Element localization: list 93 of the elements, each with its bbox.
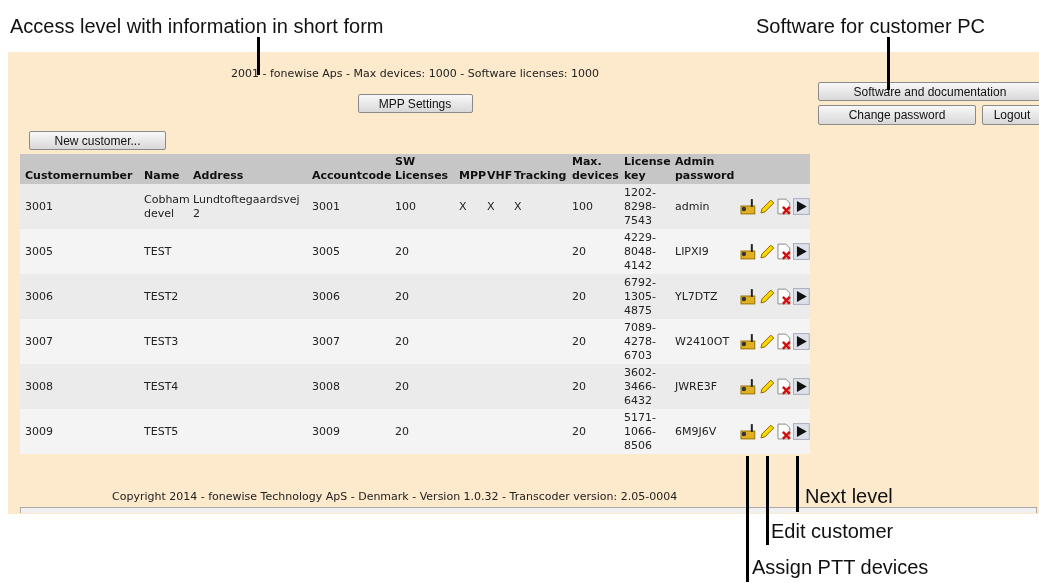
play-icon[interactable] <box>793 423 810 440</box>
table-cell: TEST4 <box>139 364 188 409</box>
mpp-settings-button[interactable]: MPP Settings <box>357 94 473 113</box>
delete-icon[interactable] <box>775 378 793 395</box>
device-icon[interactable] <box>740 423 757 440</box>
delete-icon[interactable] <box>775 198 793 215</box>
table-cell: 20 <box>395 364 454 409</box>
table-cell: 20 <box>395 409 454 454</box>
table-cell: TEST5 <box>139 409 188 454</box>
callout-label: Next level <box>805 485 893 508</box>
callout-label: Software for customer PC <box>756 14 985 38</box>
table-cell: 3005 <box>307 229 395 274</box>
account-info: 2001 - fonewise Aps - Max devices: 1000 - Software licenses: 1000 <box>230 67 600 80</box>
table-cell: 5171-1066-8506 <box>619 409 670 454</box>
table-cell: 3008 <box>307 364 395 409</box>
table-cell: 3009 <box>20 409 139 454</box>
table-cell: 6M9J6V <box>670 409 735 454</box>
column-header: Address <box>188 154 307 184</box>
device-icon[interactable] <box>740 243 757 260</box>
device-icon[interactable] <box>740 288 757 305</box>
table-cell: 100 <box>567 184 619 229</box>
table-cell: 100 <box>395 184 454 229</box>
table-cell: admin <box>670 184 735 229</box>
table-cell: 3602-3466-6432 <box>619 364 670 409</box>
table-cell: 3001 <box>307 184 395 229</box>
delete-icon[interactable] <box>775 288 793 305</box>
pencil-icon[interactable] <box>757 243 775 260</box>
table-cell: 3006 <box>20 274 139 319</box>
table-cell: 6792-1305-4875 <box>619 274 670 319</box>
table-cell: Lundtoftegaardsvej 2 <box>188 184 307 229</box>
table-cell: 20 <box>567 229 619 274</box>
delete-icon[interactable] <box>775 243 793 260</box>
leader-line <box>257 37 260 75</box>
play-icon[interactable] <box>793 198 810 215</box>
table-cell: 3008 <box>20 364 139 409</box>
callout-label: Edit customer <box>771 520 894 543</box>
device-icon[interactable] <box>740 198 757 215</box>
table-cell: TEST2 <box>139 274 188 319</box>
table-cell: 20 <box>395 229 454 274</box>
table-cell: 20 <box>567 319 619 364</box>
table-cell: 3005 <box>20 229 139 274</box>
copyright-text: Copyright 2014 - fonewise Technology ApS - Denmark - Version 1.0.32 - Transcoder version: 2.05-0004 <box>112 490 678 503</box>
table-cell: 3007 <box>307 319 395 364</box>
table-cell: TEST3 <box>139 319 188 364</box>
pencil-icon[interactable] <box>757 378 775 395</box>
column-header: SW Licenses <box>395 154 454 184</box>
column-header: Name <box>139 154 188 184</box>
table-cell: 3009 <box>307 409 395 454</box>
table-cell: 1202-8298-7543 <box>619 184 670 229</box>
table-cell: 20 <box>395 319 454 364</box>
new-customer-button[interactable]: New customer... <box>29 131 166 150</box>
leader-line <box>796 456 799 512</box>
pencil-icon[interactable] <box>757 333 775 350</box>
pencil-icon[interactable] <box>757 198 775 215</box>
column-header: Customernumber <box>20 154 139 184</box>
table-cell: 3006 <box>307 274 395 319</box>
table-cell: 4229-8048-4142 <box>619 229 670 274</box>
column-header: Admin password <box>670 154 735 184</box>
table-cell: JWRE3F <box>670 364 735 409</box>
device-icon[interactable] <box>740 378 757 395</box>
table-cell: TEST <box>139 229 188 274</box>
table-cell: 20 <box>567 274 619 319</box>
play-icon[interactable] <box>793 288 810 305</box>
table-cell: 3007 <box>20 319 139 364</box>
pencil-icon[interactable] <box>757 423 775 440</box>
table-cell: W2410OT <box>670 319 735 364</box>
table-cell: Cobham devel <box>139 184 188 229</box>
table-cell: 20 <box>567 409 619 454</box>
delete-icon[interactable] <box>775 333 793 350</box>
table-cell: 20 <box>567 364 619 409</box>
table-cell: X <box>454 184 482 229</box>
device-icon[interactable] <box>740 333 757 350</box>
column-header: Accountcode <box>307 154 395 184</box>
play-icon[interactable] <box>793 378 810 395</box>
delete-icon[interactable] <box>775 423 793 440</box>
play-icon[interactable] <box>793 333 810 350</box>
callout-label: Assign PTT devices <box>752 556 929 579</box>
callout-label: Access level with information in short form <box>10 14 384 38</box>
table-cell: 20 <box>395 274 454 319</box>
table-cell: YL7DTZ <box>670 274 735 319</box>
play-icon[interactable] <box>793 243 810 260</box>
software-button[interactable]: Software and documentation <box>818 82 1039 101</box>
column-header: Max. devices <box>567 154 619 184</box>
table-cell: LIPXI9 <box>670 229 735 274</box>
column-header: License key <box>619 154 670 184</box>
scrollbar[interactable] <box>20 507 1037 513</box>
table-cell: X <box>509 184 567 229</box>
table-cell: X <box>482 184 509 229</box>
table-cell: 3001 <box>20 184 139 229</box>
logout-button[interactable]: Logout <box>982 105 1039 125</box>
pencil-icon[interactable] <box>757 288 775 305</box>
table-cell: 7089-4278-6703 <box>619 319 670 364</box>
change-password-button[interactable]: Change password <box>818 105 976 125</box>
